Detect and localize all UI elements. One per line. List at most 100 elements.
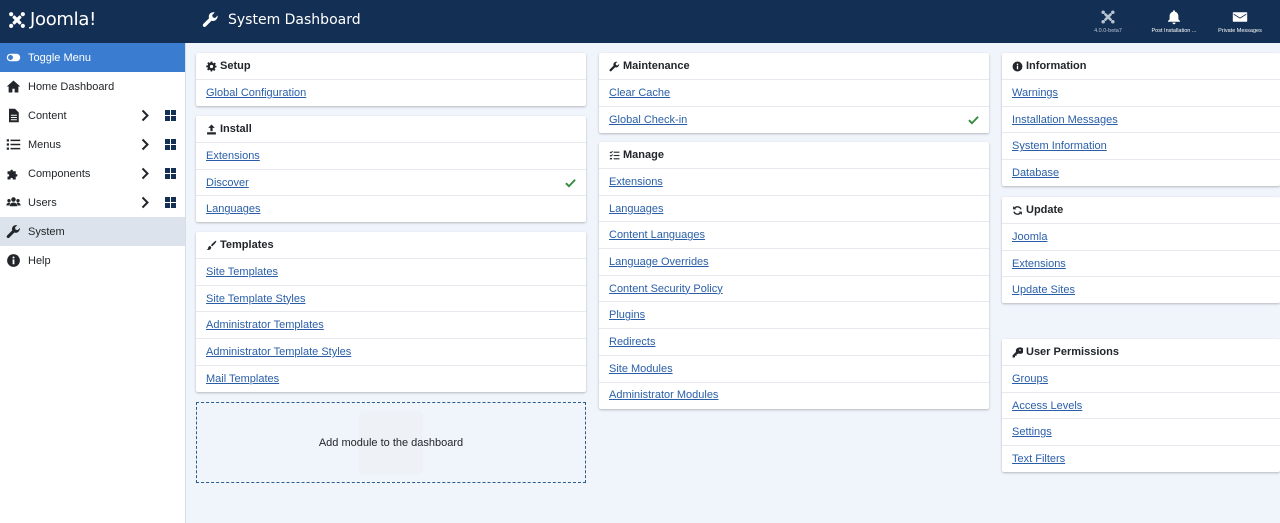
templates-card: Templates Site Templates Site Template S… bbox=[196, 232, 586, 392]
settings-link[interactable]: Settings bbox=[1012, 426, 1052, 438]
sidebar-item-help[interactable]: Help bbox=[0, 246, 185, 275]
card-header: User Permissions bbox=[1002, 339, 1280, 365]
discover-link[interactable]: Discover bbox=[206, 177, 249, 189]
card-title: Update bbox=[1026, 204, 1064, 216]
joomla-logo[interactable]: Joomla! bbox=[8, 9, 96, 30]
dashboard-grid-icon[interactable] bbox=[165, 110, 176, 121]
list-item: System Information bbox=[1002, 132, 1280, 159]
list-item: Database bbox=[1002, 159, 1280, 186]
list-item: Mail Templates bbox=[196, 364, 586, 392]
install-extensions-link[interactable]: Extensions bbox=[206, 150, 260, 162]
add-module-dropzone[interactable]: Add module to the dashboard bbox=[196, 402, 586, 483]
list-item: Languages bbox=[599, 194, 989, 222]
cog-icon bbox=[206, 61, 217, 71]
list-item: Content Languages bbox=[599, 221, 989, 248]
database-link[interactable]: Database bbox=[1012, 167, 1059, 179]
private-messages-item[interactable]: Private Messages bbox=[1208, 9, 1272, 34]
plugins-link[interactable]: Plugins bbox=[609, 309, 645, 321]
update-joomla-link[interactable]: Joomla bbox=[1012, 231, 1047, 243]
setup-card: Setup Global Configuration bbox=[196, 53, 586, 106]
global-configuration-link[interactable]: Global Configuration bbox=[206, 87, 306, 99]
content-security-policy-link[interactable]: Content Security Policy bbox=[609, 283, 723, 295]
list-item: Text Filters bbox=[1002, 445, 1280, 472]
list-item: Joomla bbox=[1002, 223, 1280, 250]
info-icon bbox=[1012, 61, 1023, 71]
list-item: Global Configuration bbox=[196, 79, 586, 106]
site-template-styles-link[interactable]: Site Template Styles bbox=[206, 293, 305, 305]
sidebar-item-label: Home Dashboard bbox=[28, 80, 115, 93]
system-information-link[interactable]: System Information bbox=[1012, 140, 1107, 152]
mail-templates-link[interactable]: Mail Templates bbox=[206, 373, 279, 385]
sidebar-item-content[interactable]: Content bbox=[0, 101, 185, 130]
list-item: Content Security Policy bbox=[599, 274, 989, 302]
administrator-templates-link[interactable]: Administrator Templates bbox=[206, 319, 324, 331]
joomla-logo-icon bbox=[9, 11, 25, 28]
list-item: Site Template Styles bbox=[196, 284, 586, 312]
page-heading: System Dashboard bbox=[202, 11, 361, 28]
bell-icon bbox=[1168, 10, 1180, 25]
sidebar-item-system[interactable]: System bbox=[0, 217, 185, 246]
clear-cache-link[interactable]: Clear Cache bbox=[609, 87, 670, 99]
upload-icon bbox=[207, 124, 216, 134]
manage-languages-link[interactable]: Languages bbox=[609, 203, 663, 215]
installation-messages-link[interactable]: Installation Messages bbox=[1012, 114, 1118, 126]
update-extensions-link[interactable]: Extensions bbox=[1012, 258, 1066, 270]
sidebar-item-toggle-menu[interactable]: Toggle Menu bbox=[0, 43, 185, 72]
file-icon bbox=[9, 108, 19, 123]
card-header: Information bbox=[1002, 53, 1280, 79]
administrator-modules-link[interactable]: Administrator Modules bbox=[609, 389, 718, 401]
sync-icon bbox=[1013, 205, 1022, 215]
administrator-template-styles-link[interactable]: Administrator Template Styles bbox=[206, 346, 351, 358]
sidebar-item-home-dashboard[interactable]: Home Dashboard bbox=[0, 72, 185, 101]
language-overrides-link[interactable]: Language Overrides bbox=[609, 256, 709, 268]
dashboard-grid-icon[interactable] bbox=[165, 139, 176, 150]
sidebar: Toggle Menu Home Dashboard Content Menus… bbox=[0, 43, 186, 523]
sidebar-item-label: Toggle Menu bbox=[28, 51, 91, 64]
card-title: User Permissions bbox=[1026, 346, 1119, 358]
groups-link[interactable]: Groups bbox=[1012, 373, 1048, 385]
chevron-right-icon[interactable] bbox=[141, 196, 149, 209]
card-header: Templates bbox=[196, 232, 586, 258]
list-item: Plugins bbox=[599, 301, 989, 328]
list-item: Installation Messages bbox=[1002, 105, 1280, 133]
text-filters-link[interactable]: Text Filters bbox=[1012, 453, 1065, 465]
card-header: Setup bbox=[196, 53, 586, 79]
page-title: System Dashboard bbox=[228, 11, 361, 28]
top-header: Joomla! System Dashboard 4.0.0-beta7 Pos… bbox=[0, 0, 1280, 43]
sidebar-item-menus[interactable]: Menus bbox=[0, 130, 185, 159]
site-modules-link[interactable]: Site Modules bbox=[609, 363, 673, 375]
list-item: Administrator Template Styles bbox=[196, 338, 586, 365]
access-levels-link[interactable]: Access Levels bbox=[1012, 400, 1082, 412]
list-item: Settings bbox=[1002, 418, 1280, 445]
users-icon bbox=[6, 197, 21, 207]
chevron-right-icon[interactable] bbox=[141, 109, 149, 122]
sidebar-item-label: Help bbox=[28, 254, 51, 267]
card-title: Information bbox=[1026, 60, 1087, 72]
list-item: Extensions bbox=[196, 142, 586, 169]
chevron-right-icon[interactable] bbox=[141, 138, 149, 151]
sidebar-item-label: Content bbox=[28, 109, 67, 122]
post-installation-item[interactable]: Post Installation ... bbox=[1142, 9, 1206, 34]
content-languages-link[interactable]: Content Languages bbox=[609, 229, 705, 241]
check-icon bbox=[968, 115, 979, 125]
update-sites-link[interactable]: Update Sites bbox=[1012, 284, 1075, 296]
global-check-in-link[interactable]: Global Check-in bbox=[609, 114, 687, 126]
install-languages-link[interactable]: Languages bbox=[206, 203, 260, 215]
warnings-link[interactable]: Warnings bbox=[1012, 87, 1058, 99]
list-item: Clear Cache bbox=[599, 79, 989, 106]
site-templates-link[interactable]: Site Templates bbox=[206, 266, 278, 278]
version-item[interactable]: 4.0.0-beta7 bbox=[1076, 9, 1140, 34]
sidebar-item-components[interactable]: Components bbox=[0, 159, 185, 188]
card-title: Setup bbox=[220, 60, 251, 72]
chevron-right-icon[interactable] bbox=[141, 167, 149, 180]
information-card: Information Warnings Installation Messag… bbox=[1002, 53, 1280, 186]
brush-icon bbox=[206, 240, 217, 250]
sidebar-item-users[interactable]: Users bbox=[0, 188, 185, 217]
update-card: Update Joomla Extensions Update Sites bbox=[1002, 197, 1280, 303]
redirects-link[interactable]: Redirects bbox=[609, 336, 655, 348]
toggle-icon bbox=[6, 53, 21, 62]
manage-extensions-link[interactable]: Extensions bbox=[609, 176, 663, 188]
dashboard-grid-icon[interactable] bbox=[165, 168, 176, 179]
list-check-icon bbox=[609, 150, 620, 159]
dashboard-grid-icon[interactable] bbox=[165, 197, 176, 208]
